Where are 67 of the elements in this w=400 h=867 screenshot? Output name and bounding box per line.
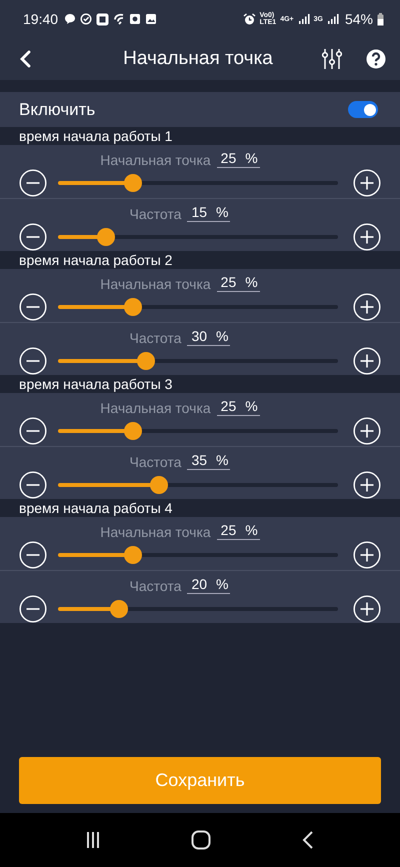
plus-icon[interactable] (353, 417, 381, 445)
equalizer-icon[interactable] (322, 48, 342, 70)
minus-icon[interactable] (19, 595, 47, 623)
slider-track[interactable] (58, 546, 338, 564)
app-square-icon (96, 12, 110, 26)
slider-thumb[interactable] (150, 476, 168, 494)
image-icon (145, 13, 158, 25)
minus-icon[interactable] (19, 293, 47, 321)
slider-label: Начальная точка (100, 276, 211, 292)
slider-thumb[interactable] (124, 298, 142, 316)
recent-apps-icon[interactable] (86, 831, 100, 849)
battery-percent: 54% (344, 11, 373, 27)
slider-label: Начальная точка (100, 152, 211, 168)
slider-label: Частота (130, 206, 182, 222)
slider-thumb[interactable] (97, 228, 116, 246)
slider-label: Частота (130, 454, 182, 470)
value-field[interactable]: 25 % (216, 522, 260, 540)
minus-icon[interactable] (19, 223, 47, 251)
minus-icon[interactable] (19, 471, 47, 499)
value-field[interactable]: 30 % (187, 328, 230, 346)
slider-thumb[interactable] (110, 600, 128, 618)
value-field[interactable]: 25 % (216, 274, 260, 292)
clock-time: 19:40 (23, 11, 58, 27)
slider-thumb[interactable] (136, 352, 155, 370)
swirl-icon (113, 13, 126, 25)
value-field[interactable]: 25 % (216, 150, 260, 168)
signal-icon (298, 13, 310, 25)
slider-label: Начальная точка (100, 400, 211, 416)
slider-track[interactable] (58, 600, 338, 618)
screen-title: Начальная точка (122, 48, 274, 70)
plus-icon[interactable] (353, 293, 381, 321)
slider-track[interactable] (58, 174, 338, 192)
slider-track[interactable] (58, 298, 338, 316)
slider-thumb[interactable] (124, 422, 142, 440)
value-field[interactable]: 15 % (187, 204, 230, 222)
value-field[interactable]: 25 % (216, 398, 260, 416)
plus-icon[interactable] (353, 169, 381, 197)
back-icon[interactable] (302, 830, 314, 850)
check-circle-icon (80, 13, 92, 25)
slider-track[interactable] (58, 228, 338, 246)
slider-thumb[interactable] (124, 174, 142, 192)
minus-icon[interactable] (19, 417, 47, 445)
battery-icon (377, 12, 384, 26)
slider-track[interactable] (58, 352, 338, 370)
plus-icon[interactable] (353, 223, 381, 251)
plus-icon[interactable] (353, 541, 381, 569)
slider-label: Частота (130, 330, 182, 346)
enable-switch[interactable] (348, 101, 378, 118)
alarm-clock-icon (242, 12, 256, 26)
slider-thumb[interactable] (124, 546, 142, 564)
slider-track[interactable] (58, 476, 338, 494)
slider-track[interactable] (58, 422, 338, 440)
slider-label: Частота (130, 578, 182, 594)
plus-icon[interactable] (353, 347, 381, 375)
minus-icon[interactable] (19, 541, 47, 569)
plus-icon[interactable] (353, 471, 381, 499)
home-icon[interactable] (190, 830, 211, 850)
slider-label: Начальная точка (100, 524, 211, 540)
chat-bubble-icon (64, 13, 76, 25)
minus-icon[interactable] (19, 169, 47, 197)
value-field[interactable]: 20 % (187, 576, 230, 594)
enable-label: Включить (19, 100, 96, 120)
minus-icon[interactable] (19, 347, 47, 375)
value-field[interactable]: 35 % (187, 452, 230, 470)
signal-icon (326, 13, 339, 25)
clock-square-icon (129, 13, 142, 25)
plus-icon[interactable] (353, 595, 381, 623)
